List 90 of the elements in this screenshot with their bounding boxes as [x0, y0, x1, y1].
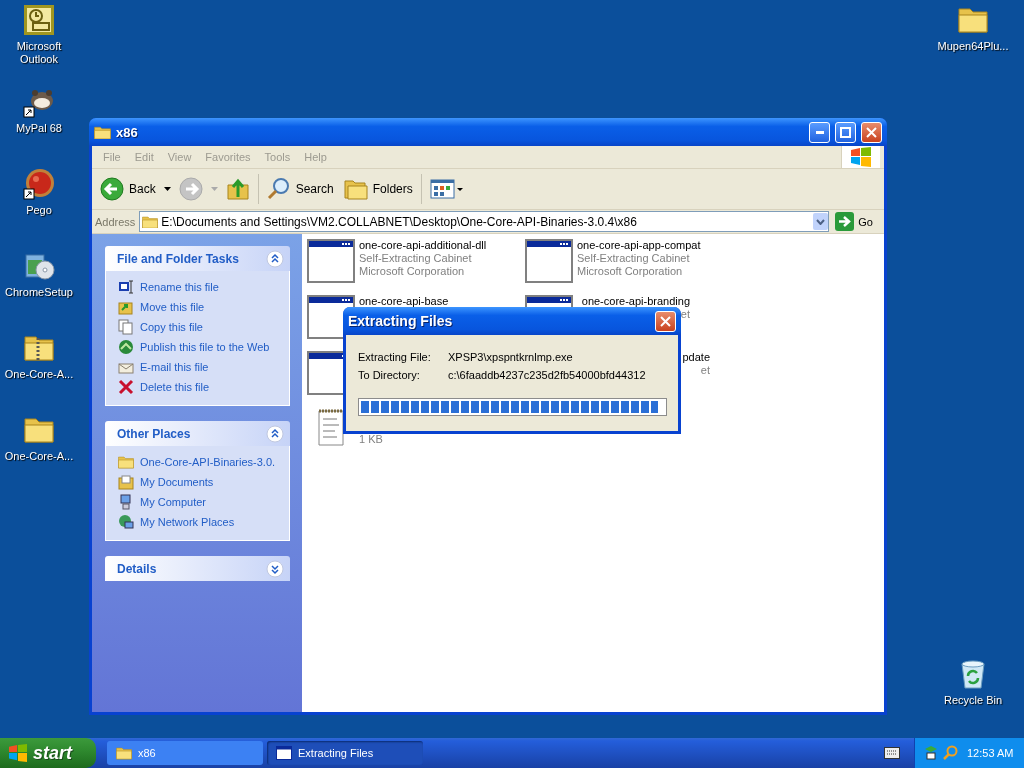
file-company: Microsoft Corporation — [359, 265, 466, 278]
window-title: x86 — [116, 124, 139, 140]
close-button[interactable] — [861, 121, 882, 143]
taskbar-button[interactable]: x86 — [107, 741, 263, 765]
panel-title: Details — [117, 561, 158, 576]
back-button[interactable]: Back — [98, 177, 158, 201]
clock[interactable]: 12:53 AM — [967, 747, 1014, 759]
task-link[interactable]: Copy this file — [118, 319, 279, 335]
network-icon[interactable] — [923, 745, 939, 761]
file-size: 1 KB — [359, 433, 383, 446]
file-type: et — [700, 364, 710, 377]
desktop-icon-label[interactable]: Pego — [26, 204, 52, 217]
folders-button[interactable]: Folders — [341, 178, 415, 200]
task-link[interactable]: Delete this file — [118, 379, 279, 395]
close-icon — [866, 126, 877, 138]
task-link[interactable]: Move this file — [118, 299, 279, 315]
maximize-button[interactable] — [835, 121, 856, 143]
file-name[interactable]: one-core-api-base — [359, 295, 449, 308]
views-button[interactable] — [427, 179, 466, 199]
address-label: Address — [95, 215, 136, 228]
envelope-clock-icon[interactable] — [23, 4, 55, 36]
move-icon — [118, 299, 134, 315]
panel-title: File and Folder Tasks — [117, 251, 240, 266]
ball-shortcut-icon[interactable] — [23, 168, 55, 200]
folder-icon — [142, 214, 159, 229]
desktop-icon-label[interactable]: Mupen64Plu... — [937, 40, 1009, 53]
views-icon — [429, 179, 464, 199]
file-type: Self-Extracting Cabinet — [359, 252, 473, 265]
desktop-icon-label[interactable]: Recycle Bin — [943, 694, 1003, 707]
desktop-icon-label[interactable]: ChromeSetup — [5, 286, 73, 299]
start-button[interactable]: start — [0, 738, 96, 768]
file-name[interactable]: one-core-api-branding — [581, 295, 690, 308]
task-link[interactable]: My Computer — [118, 494, 279, 510]
search-button[interactable]: Search — [264, 177, 336, 201]
field-label: To Directory: — [358, 368, 421, 381]
folder-icon — [116, 746, 132, 760]
panel-header[interactable]: Other Places — [105, 421, 290, 446]
task-link[interactable]: My Documents — [118, 474, 279, 490]
window-file-icon[interactable] — [307, 239, 355, 283]
close-icon — [660, 315, 671, 327]
folder-icon — [94, 124, 111, 140]
field-value: XPSP3\xpspntkrnlmp.exe — [448, 350, 573, 363]
file-type: Self-Extracting Cabinet — [577, 252, 691, 265]
computer-icon — [118, 494, 134, 510]
rename-icon — [118, 279, 134, 295]
maximize-icon — [840, 126, 851, 138]
folders-icon — [343, 178, 368, 200]
up-folder-icon — [225, 177, 250, 201]
globe-icon — [118, 339, 134, 355]
address-field[interactable]: E:\Documents and Settings\VM2.COLLABNET\Desktop\One-Core-API-Binaries-3.0.4\x86 — [139, 211, 830, 232]
caret-icon[interactable] — [163, 187, 171, 191]
windows-flag-icon — [8, 744, 28, 762]
panel-header[interactable]: File and Folder Tasks — [105, 246, 290, 271]
task-link[interactable]: One-Core-API-Binaries-3.0. — [118, 454, 279, 470]
desktop-icon-label[interactable]: One-Core-A... — [4, 368, 74, 381]
desktop-icon-label[interactable]: One-Core-A... — [4, 450, 74, 463]
window-file-icon[interactable] — [525, 239, 573, 283]
go-button[interactable]: Go — [833, 212, 881, 231]
desktop-icon-label[interactable]: MyPal 68 — [16, 122, 62, 135]
minimize-button[interactable] — [809, 121, 830, 143]
task-link[interactable]: E-mail this file — [118, 359, 279, 375]
copy-icon — [118, 319, 134, 335]
keyboard-icon[interactable] — [884, 747, 900, 759]
field-value: c:\6faaddb4237c235d2fb54000bfd44312 — [448, 368, 646, 381]
file-name[interactable]: pdate — [682, 351, 710, 364]
go-arrow-icon — [835, 212, 855, 231]
minimize-icon — [815, 130, 824, 134]
folder-icon — [118, 455, 134, 469]
documents-folder-icon — [118, 474, 134, 490]
field-label: Extracting File: — [358, 350, 432, 363]
task-link[interactable]: Publish this file to the Web — [118, 339, 279, 355]
panel-title: Other Places — [117, 426, 192, 441]
dialog-title: Extracting Files — [348, 313, 454, 329]
close-button[interactable] — [655, 310, 676, 332]
file-company: Microsoft Corporation — [577, 265, 684, 278]
expand-icon[interactable] — [266, 559, 284, 578]
file-name[interactable]: one-core-api-additional-dll — [359, 239, 487, 252]
task-link[interactable]: My Network Places — [118, 514, 279, 530]
panel-header[interactable]: Details — [105, 556, 290, 581]
desktop-icon-label[interactable]: Microsoft Outlook — [0, 40, 78, 66]
collapse-icon[interactable] — [266, 249, 284, 268]
search-icon — [266, 177, 291, 201]
network-globe-icon — [118, 514, 134, 530]
collapse-icon[interactable] — [266, 424, 284, 443]
window-icon — [276, 746, 292, 760]
file-type: et — [680, 308, 690, 321]
delete-icon — [118, 379, 134, 395]
file-name[interactable]: one-core-api-app-compat — [577, 239, 701, 252]
taskbar-button[interactable]: Extracting Files — [267, 741, 423, 765]
task-link[interactable]: Rename this file — [118, 279, 279, 295]
